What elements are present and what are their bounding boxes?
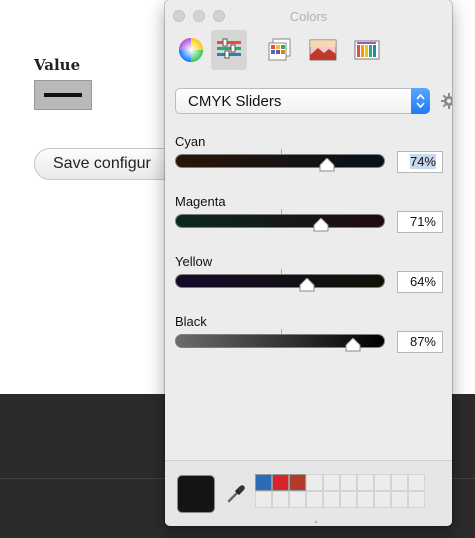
color-swatch[interactable] [408,491,425,508]
color-mode-popup[interactable]: CMYK Sliders [175,88,430,114]
color-palettes-tab[interactable] [263,30,299,70]
color-swatch[interactable] [255,491,272,508]
slider-magenta: Magenta 71% [175,194,445,244]
current-color-well[interactable] [177,475,215,513]
color-swatch[interactable] [323,491,340,508]
color-swatch[interactable] [306,491,323,508]
color-sliders-icon [217,38,241,59]
crayons-tab[interactable] [349,30,385,70]
color-swatch[interactable] [323,474,340,491]
color-swatch[interactable] [306,474,323,491]
panel-title: Colors [289,9,328,24]
color-swatch[interactable] [340,474,357,491]
color-swatch[interactable] [391,491,408,508]
popup-stepper-icon [411,88,430,114]
title-bar: Colors [165,0,452,28]
color-swatch[interactable] [289,491,306,508]
image-palettes-icon [309,39,337,61]
slider-track[interactable] [175,154,385,168]
color-swatch[interactable] [357,491,374,508]
color-swatch[interactable] [374,474,391,491]
color-palettes-icon [268,38,291,61]
slider-label: Yellow [175,254,213,269]
colors-panel: Colors CMYK Sliders Cyan 74% Magenta 71%… [165,0,452,526]
color-mode-label: CMYK Sliders [188,93,282,110]
slider-label: Black [175,314,207,329]
slider-value-text: 71% [409,214,436,229]
color-wheel-tab[interactable] [173,30,209,70]
color-sliders-tab[interactable] [211,30,247,70]
swatch-bar [165,460,452,526]
slider-track[interactable] [175,274,385,288]
color-swatch[interactable] [289,474,306,491]
color-swatch[interactable] [374,491,391,508]
slider-black: Black 87% [175,314,445,364]
slider-track[interactable] [175,214,385,228]
slider-label: Magenta [175,194,226,209]
value-color-fill [44,93,82,97]
slider-label: Cyan [175,134,206,149]
value-label: Value [34,56,81,74]
color-swatch[interactable] [391,474,408,491]
color-picker-toolbar [173,30,443,74]
color-swatches-grid [255,474,425,508]
eyedropper-icon[interactable] [225,483,247,505]
resize-handle[interactable] [315,521,317,523]
color-swatch[interactable] [357,474,374,491]
crayons-icon [354,40,380,60]
slider-value-text: 64% [409,274,436,289]
slider-value-field[interactable]: 64% [397,271,443,293]
value-color-swatch[interactable] [34,80,92,110]
color-wheel-icon [179,38,203,62]
slider-value-text: 74% [409,154,436,169]
slider-yellow: Yellow 64% [175,254,445,304]
color-swatch[interactable] [255,474,272,491]
slider-value-field[interactable]: 71% [397,211,443,233]
color-swatch[interactable] [340,491,357,508]
slider-value-field[interactable]: 74% [397,151,443,173]
color-swatch[interactable] [272,491,289,508]
gear-icon[interactable] [441,93,452,109]
image-palettes-tab[interactable] [305,30,341,70]
color-swatch[interactable] [408,474,425,491]
slider-value-field[interactable]: 87% [397,331,443,353]
slider-value-text: 87% [409,334,436,349]
slider-cyan: Cyan 74% [175,134,445,184]
color-swatch[interactable] [272,474,289,491]
